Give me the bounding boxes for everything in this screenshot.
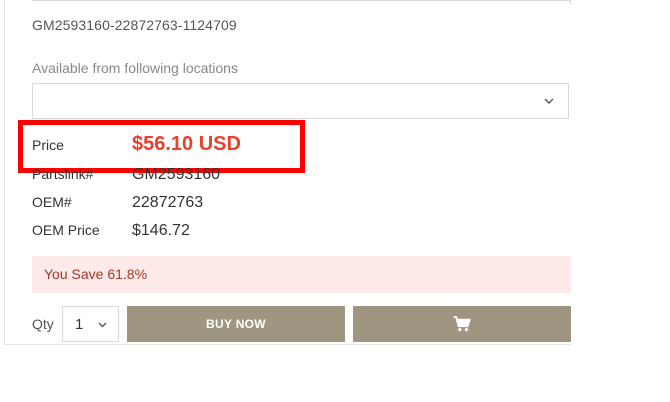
partslink-label: Partslink# [32, 166, 94, 182]
savings-banner: You Save 61.8% [32, 256, 571, 293]
section-divider [32, 0, 570, 1]
shopping-cart-icon [453, 316, 471, 332]
qty-label: Qty [32, 316, 54, 332]
oem-label: OEM# [32, 194, 72, 210]
qty-value: 1 [75, 316, 84, 333]
product-sku: GM2593160-22872763-1124709 [32, 17, 237, 33]
oem-price-value: $146.72 [132, 222, 190, 239]
oem-value: 22872763 [132, 194, 204, 211]
partslink-value: GM2593160 [132, 166, 221, 183]
locations-label: Available from following locations [32, 60, 238, 76]
savings-text: You Save 61.8% [44, 266, 148, 282]
oem-price-label: OEM Price [32, 222, 100, 238]
chevron-down-icon [98, 322, 107, 328]
product-purchase-panel: GM2593160-22872763-1124709 Available fro… [0, 0, 670, 402]
add-to-cart-button[interactable] [353, 306, 571, 342]
chevron-down-icon [544, 98, 554, 104]
divider-tick [570, 0, 571, 4]
qty-select[interactable]: 1 [62, 306, 119, 342]
buy-now-button[interactable]: BUY NOW [127, 306, 345, 342]
locations-select[interactable] [32, 83, 569, 119]
